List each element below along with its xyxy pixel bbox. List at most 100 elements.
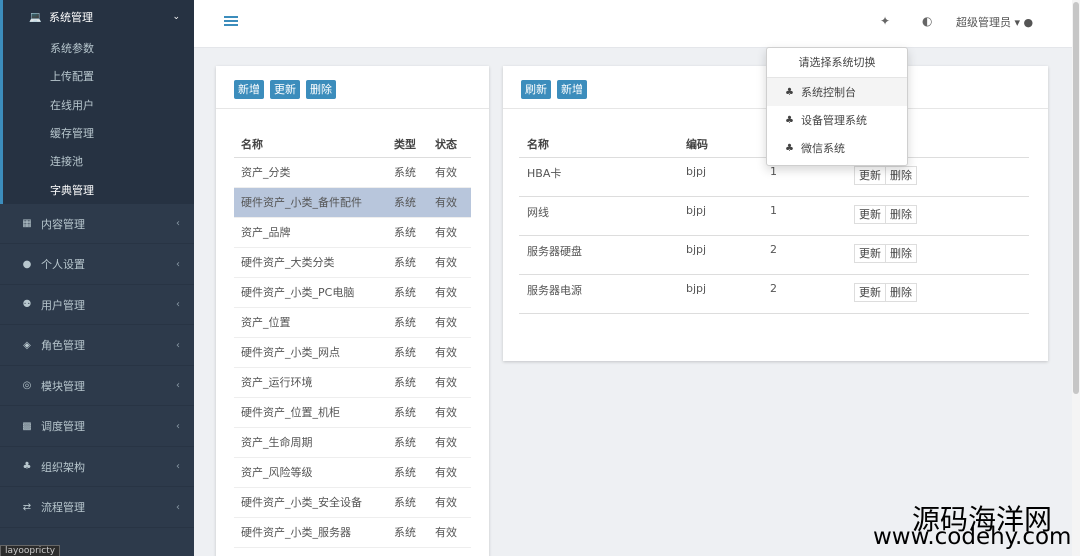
chevron-left-icon: ‹ [176, 339, 180, 351]
cell-type: 系统 [387, 337, 428, 368]
chevron-left-icon: ‹ [176, 299, 180, 311]
dropdown-title: 请选择系统切换 [767, 48, 907, 78]
dropdown-item-label: 微信系统 [800, 142, 845, 155]
submenu-item-pool[interactable]: 连接池 [3, 147, 194, 175]
table-row[interactable]: 硬件资产_大类分类 系统 有效 [234, 247, 471, 278]
cell-type: 系统 [387, 277, 428, 308]
menu-system-management[interactable]: 💻 系统管理 ⌄ [0, 0, 194, 34]
table-row[interactable]: 硬件资产_小类_备件配件 系统 有效 [234, 187, 471, 218]
menu-label: 角色管理 [41, 339, 85, 353]
table-row[interactable]: 资产_风险等级 系统 有效 [234, 457, 471, 488]
submenu-item-online-users[interactable]: 在线用户 [3, 91, 194, 119]
cell-name: 资产_生命周期 [234, 427, 387, 458]
globe-icon[interactable]: ◐ [922, 14, 932, 28]
cell-status: 有效 [428, 247, 471, 278]
dropdown-item-console[interactable]: ♣ 系统控制台 [767, 78, 907, 106]
users-icon: ⚉ [22, 299, 32, 311]
row-update-button[interactable]: 更新 [854, 282, 886, 302]
cell-status: 有效 [428, 397, 471, 428]
sitemap-icon: ♣ [785, 86, 794, 98]
sitemap-icon: ♣ [785, 142, 794, 154]
col-code: 编码 [678, 131, 762, 158]
table-row[interactable]: 服务器硬盘 bjpj 2 更新 删除 [519, 235, 1029, 275]
menu-users[interactable]: ⚉ 用户管理 ‹ [0, 285, 194, 326]
row-delete-button[interactable]: 删除 [886, 165, 917, 185]
delete-button[interactable]: 删除 [306, 80, 336, 99]
table-row[interactable]: 网线 bjpj 1 更新 删除 [519, 196, 1029, 236]
menu-roles[interactable]: ◈ 角色管理 ‹ [0, 325, 194, 366]
user-icon: ● [1023, 16, 1034, 29]
submenu-item-cache[interactable]: 缓存管理 [3, 119, 194, 147]
dropdown-item-device[interactable]: ♣ 设备管理系统 [767, 106, 907, 134]
col-name: 名称 [234, 131, 387, 158]
dropdown-item-wechat[interactable]: ♣ 微信系统 [767, 134, 907, 162]
menu-label: 内容管理 [41, 217, 85, 231]
table-row[interactable]: 资产_生命周期 系统 有效 [234, 427, 471, 458]
submenu-item-params[interactable]: 系统参数 [3, 34, 194, 62]
cell-actions: 更新 删除 [846, 274, 1029, 314]
page-scrollbar[interactable] [1072, 0, 1080, 556]
cell-status: 有效 [428, 307, 471, 338]
table-row[interactable]: 硬件资产_小类_网点 系统 有效 [234, 337, 471, 368]
table-row[interactable]: 服务器电源 bjpj 2 更新 删除 [519, 274, 1029, 314]
table-row[interactable]: 资产_品牌 系统 有效 [234, 217, 471, 248]
add-button[interactable]: 新增 [234, 80, 264, 99]
menu-personal[interactable]: ● 个人设置 ‹ [0, 244, 194, 285]
chevron-left-icon: ‹ [176, 461, 180, 473]
dropbox-icon[interactable]: ✦ [880, 14, 890, 28]
table-row[interactable]: 资产_位置 系统 有效 [234, 307, 471, 338]
cell-code: bjpj [678, 235, 762, 275]
grid-icon: ▩ [22, 420, 32, 432]
table-row[interactable]: 硬件资产_小类_PC电脑 系统 有效 [234, 277, 471, 308]
row-update-button[interactable]: 更新 [854, 243, 886, 263]
chevron-left-icon: ‹ [176, 218, 180, 230]
menu-toggle-icon[interactable] [224, 16, 238, 28]
table-header: 名称 类型 状态 [234, 131, 471, 158]
cell-value: 2 [762, 274, 846, 314]
cell-name: 硬件资产_小类_安全设备 [234, 487, 387, 518]
sitemap-icon: ♣ [22, 461, 32, 473]
table-row[interactable]: 资产_运行环境 系统 有效 [234, 367, 471, 398]
cell-name: 资产_运行环境 [234, 367, 387, 398]
row-delete-button[interactable]: 删除 [886, 282, 917, 302]
user-icon: ● [22, 258, 32, 270]
row-delete-button[interactable]: 删除 [886, 243, 917, 263]
table-row[interactable]: 硬件资产_小类_安全设备 系统 有效 [234, 487, 471, 518]
cell-status: 有效 [428, 367, 471, 398]
menu-label: 调度管理 [41, 420, 85, 434]
submenu-item-dictionary[interactable]: 字典管理 [3, 175, 194, 203]
menu-modules[interactable]: ◎ 模块管理 ‹ [0, 366, 194, 407]
menu-content[interactable]: ▦ 内容管理 ‹ [0, 204, 194, 245]
row-update-button[interactable]: 更新 [854, 165, 886, 185]
status-tooltip: layoopricty [0, 545, 61, 556]
row-actions: 更新 删除 [854, 243, 1029, 263]
cell-status: 有效 [428, 217, 471, 248]
user-menu[interactable]: 超级管理员 ▾ ● [956, 14, 1033, 30]
menu-org[interactable]: ♣ 组织架构 ‹ [0, 447, 194, 488]
scrollbar-thumb[interactable] [1073, 2, 1079, 394]
cell-name: 服务器电源 [519, 274, 678, 314]
menu-schedule[interactable]: ▩ 调度管理 ‹ [0, 406, 194, 447]
table-row[interactable]: 资产_分类 系统 有效 [234, 157, 471, 188]
user-name-label: 超级管理员 [956, 16, 1011, 29]
update-button[interactable]: 更新 [270, 80, 300, 99]
cell-name: 硬件资产_小类_PC电脑 [234, 277, 387, 308]
cell-name: 资产_位置 [234, 307, 387, 338]
watermark-url: www.codehy.com [873, 524, 1072, 550]
row-delete-button[interactable]: 删除 [886, 204, 917, 224]
refresh-button[interactable]: 刷新 [521, 80, 551, 99]
menu-workflow[interactable]: ⇄ 流程管理 ‹ [0, 487, 194, 528]
row-update-button[interactable]: 更新 [854, 204, 886, 224]
chevron-left-icon: ‹ [176, 380, 180, 392]
cell-status: 有效 [428, 337, 471, 368]
add-item-button[interactable]: 新增 [557, 80, 587, 99]
menu-label: 模块管理 [41, 379, 85, 393]
cell-name: HBA卡 [519, 157, 678, 197]
cell-code: bjpj [678, 274, 762, 314]
table-row[interactable]: 硬件资产_位置_机柜 系统 有效 [234, 397, 471, 428]
cell-type: 系统 [387, 247, 428, 278]
submenu-item-upload[interactable]: 上传配置 [3, 62, 194, 90]
cell-name: 硬件资产_小类_网点 [234, 337, 387, 368]
table-row[interactable]: 硬件资产_小类_服务器 系统 有效 [234, 517, 471, 548]
col-name: 名称 [519, 131, 678, 158]
